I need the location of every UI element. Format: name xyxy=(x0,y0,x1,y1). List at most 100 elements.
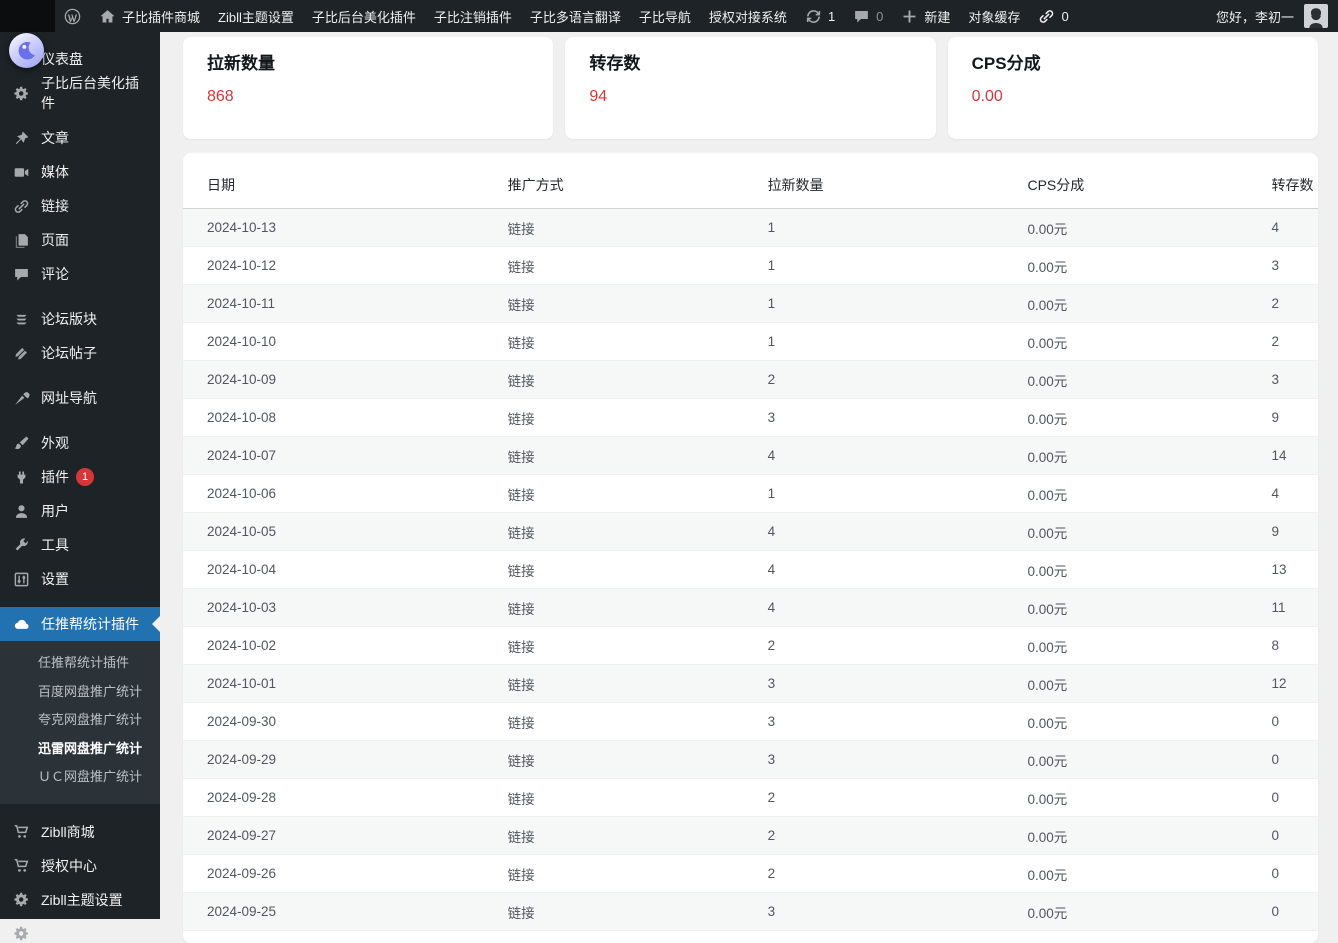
sidebar-item-Zibll商城[interactable]: Zibll商城 xyxy=(0,815,160,849)
admin-bar-item-wp-logo[interactable] xyxy=(55,0,90,32)
table-cell: 2024-09-25 xyxy=(183,893,500,931)
user-greeting[interactable]: 您好，李初一 xyxy=(1216,7,1296,26)
cloud-icon xyxy=(13,616,30,633)
sidebar-item-Zibll主题设置[interactable]: Zibll主题设置 xyxy=(0,883,160,917)
stat-title: 转存数 xyxy=(589,53,911,74)
night-mode-toggle-button[interactable] xyxy=(9,33,44,68)
cart-icon xyxy=(13,823,30,840)
admin-bar-item-zibll-theme-settings[interactable]: Zibll主题设置 xyxy=(209,0,303,32)
table-cell: 2 xyxy=(760,855,1020,893)
column-header-日期: 日期 xyxy=(183,153,500,209)
sidebar-item-插件[interactable]: 插件1 xyxy=(0,460,160,494)
table-cell: 链接 xyxy=(500,817,760,855)
nav-icon xyxy=(13,390,30,407)
sidebar-icon-holder xyxy=(11,890,31,910)
table-cell: 4 xyxy=(1263,475,1318,513)
admin-bar-item-label: 0 xyxy=(876,9,883,24)
table-row: 2024-09-25链接30.00元0 xyxy=(183,893,1318,931)
table-cell: 2024-10-05 xyxy=(183,513,500,551)
promotion-stats-card: 日期推广方式拉新数量CPS分成转存数 2024-10-13链接10.00元420… xyxy=(183,153,1318,943)
stat-value: 0.00 xyxy=(972,88,1294,106)
sidebar-item-论坛版块[interactable]: 论坛版块 xyxy=(0,302,160,336)
sidebar-icon-holder xyxy=(11,535,31,555)
admin-bar-item-zibi-logout-plugin[interactable]: 子比注销插件 xyxy=(425,0,521,32)
table-cell: 12 xyxy=(1263,665,1318,703)
pages-icon xyxy=(13,232,30,249)
admin-bar-item-label: 子比导航 xyxy=(639,7,691,26)
table-cell: 2024-09-30 xyxy=(183,703,500,741)
sidebar-item-网址导航[interactable]: 网址导航 xyxy=(0,381,160,415)
admin-bar-item-zibi-nav[interactable]: 子比导航 xyxy=(630,0,700,32)
sidebar-item-label: 插件 xyxy=(41,467,69,487)
table-cell: 0.00元 xyxy=(1019,209,1263,247)
sidebar-item-链接[interactable]: 链接 xyxy=(0,189,160,223)
table-cell: 链接 xyxy=(500,209,760,247)
submenu-item-ＵＣ网盘推广统计[interactable]: ＵＣ网盘推广统计 xyxy=(0,763,160,792)
sidebar-item-子比后台美化插件[interactable]: 子比后台美化插件 xyxy=(0,76,160,110)
submenu-item-百度网盘推广统计[interactable]: 百度网盘推广统计 xyxy=(0,678,160,707)
table-cell: 0.00元 xyxy=(1019,665,1263,703)
sidebar-item-页面[interactable]: 页面 xyxy=(0,223,160,257)
stat-title: 拉新数量 xyxy=(207,53,529,74)
submenu-item-迅雷网盘推广统计[interactable]: 迅雷网盘推广统计 xyxy=(0,735,160,764)
stat-card-CPS分成: CPS分成0.00 xyxy=(948,37,1318,139)
sidebar-item-外观[interactable]: 外观 xyxy=(0,426,160,460)
cart-icon xyxy=(13,857,30,874)
table-cell: 0.00元 xyxy=(1019,323,1263,361)
link-icon xyxy=(1038,8,1055,25)
moon-icon xyxy=(15,39,38,62)
submenu-item-夸克网盘推广统计[interactable]: 夸克网盘推广统计 xyxy=(0,706,160,735)
comment-icon xyxy=(853,8,870,25)
sidebar-item-任推帮统计插件[interactable]: 任推帮统计插件 xyxy=(0,607,160,641)
admin-bar-item-site-home[interactable]: 子比插件商城 xyxy=(90,0,209,32)
table-cell: 2024-10-10 xyxy=(183,323,500,361)
main-content: 拉新数量868转存数94CPS分成0.00 日期推广方式拉新数量CPS分成转存数… xyxy=(160,0,1338,943)
sidebar-item-评论[interactable]: 评论 xyxy=(0,257,160,291)
sidebar-icon-holder xyxy=(11,196,31,216)
sidebar-item-用户[interactable]: 用户 xyxy=(0,494,160,528)
table-cell: 链接 xyxy=(500,779,760,817)
table-cell: 13 xyxy=(1263,551,1318,589)
admin-bar-item-label: 1 xyxy=(828,9,835,24)
table-cell: 14 xyxy=(1263,437,1318,475)
admin-bar-item-comments[interactable]: 0 xyxy=(844,0,892,32)
sidebar-item-文章[interactable]: 文章 xyxy=(0,121,160,155)
sidebar-item-授权中心[interactable]: 授权中心 xyxy=(0,849,160,883)
table-cell: 2 xyxy=(760,817,1020,855)
sidebar-item-论坛帖子[interactable]: 论坛帖子 xyxy=(0,336,160,370)
table-row: 2024-09-29链接30.00元0 xyxy=(183,741,1318,779)
table-cell: 2024-09-27 xyxy=(183,817,500,855)
admin-bar-item-new-content[interactable]: 新建 xyxy=(892,0,959,32)
admin-bar-left: 子比插件商城Zibll主题设置子比后台美化插件子比注销插件子比多语言翻译子比导航… xyxy=(55,0,1078,32)
admin-bar-corner xyxy=(0,0,55,32)
person-icon xyxy=(1305,6,1327,28)
table-cell: 0 xyxy=(1263,893,1318,931)
admin-bar-item-zibi-admin-beautify[interactable]: 子比后台美化插件 xyxy=(303,0,425,32)
admin-bar-item-auth-system[interactable]: 授权对接系统 xyxy=(700,0,796,32)
table-cell: 1 xyxy=(760,931,1020,943)
posts-icon xyxy=(13,345,30,362)
admin-bar-item-zibi-translate[interactable]: 子比多语言翻译 xyxy=(521,0,630,32)
sidebar-item-设置[interactable]: 设置 xyxy=(0,562,160,596)
column-header-拉新数量: 拉新数量 xyxy=(760,153,1020,209)
sidebar-item-工具[interactable]: 工具 xyxy=(0,528,160,562)
table-cell: 链接 xyxy=(500,665,760,703)
table-row: 2024-10-08链接30.00元9 xyxy=(183,399,1318,437)
table-cell: 2 xyxy=(760,627,1020,665)
sidebar-item-label: 论坛版块 xyxy=(41,309,97,329)
admin-bar-item-object-cache[interactable]: 对象缓存 xyxy=(959,0,1029,32)
avatar[interactable] xyxy=(1304,4,1328,28)
sidebar-item-媒体[interactable]: 媒体 xyxy=(0,155,160,189)
table-cell: 2024-10-06 xyxy=(183,475,500,513)
table-cell: 0.00元 xyxy=(1019,513,1263,551)
sidebar-item-label: 文章 xyxy=(41,128,69,148)
admin-bar-item-links-count[interactable]: 0 xyxy=(1029,0,1077,32)
table-cell: 11 xyxy=(1263,589,1318,627)
sidebar-item-label: 工具 xyxy=(41,535,69,555)
submenu-item-任推帮统计插件[interactable]: 任推帮统计插件 xyxy=(0,649,160,678)
table-row: 2024-10-12链接10.00元3 xyxy=(183,247,1318,285)
table-cell: 链接 xyxy=(500,589,760,627)
sidebar-item-label: 用户 xyxy=(41,501,69,521)
admin-bar-item-updates[interactable]: 1 xyxy=(796,0,844,32)
table-row: 2024-10-03链接40.00元11 xyxy=(183,589,1318,627)
